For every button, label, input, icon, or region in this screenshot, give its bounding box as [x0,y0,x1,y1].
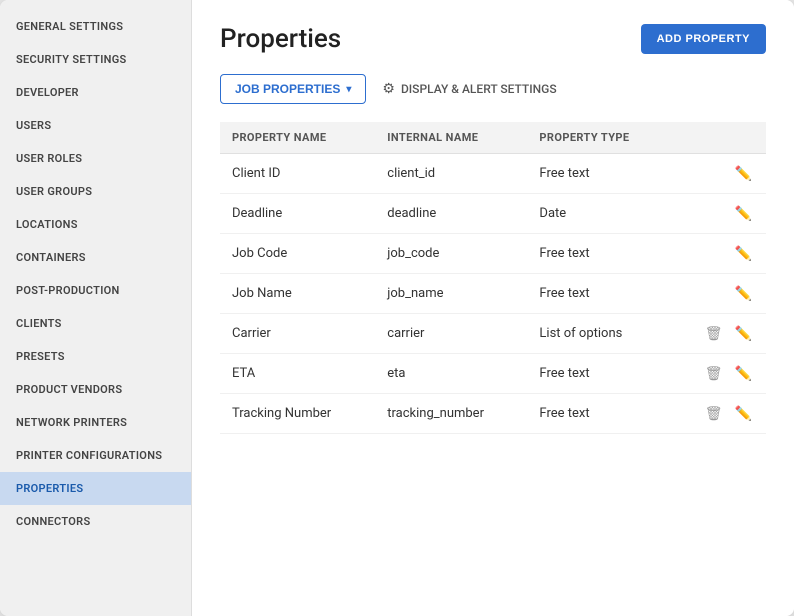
settings-icon: ⚙ [382,81,395,97]
properties-table: PROPERTY NAME INTERNAL NAME PROPERTY TYP… [220,122,766,434]
display-alert-tab-label: DISPLAY & ALERT SETTINGS [401,82,557,96]
cell-property-type: List of options [527,314,671,354]
cell-property-name: ETA [220,354,375,394]
cell-property-name: Client ID [220,154,375,194]
display-alert-tab[interactable]: ⚙ DISPLAY & ALERT SETTINGS [378,74,560,104]
action-icons: ✏️ [683,203,754,224]
action-icons: 🗑 ✏️ [683,323,754,344]
sidebar-item-security-settings[interactable]: Security Settings [0,43,191,76]
table-row: ETAetaFree text 🗑 ✏️ [220,354,766,394]
action-icons: ✏️ [683,283,754,304]
col-actions [671,122,766,154]
col-property-name: PROPERTY NAME [220,122,375,154]
table-row: DeadlinedeadlineDate ✏️ [220,194,766,234]
action-icons: 🗑 ✏️ [683,403,754,424]
cell-internal-name: client_id [375,154,527,194]
cell-property-type: Free text [527,394,671,434]
sidebar-item-general-settings[interactable]: General Settings [0,10,191,43]
sidebar-item-product-vendors[interactable]: Product Vendors [0,373,191,406]
cell-actions: ✏️ [671,154,766,194]
edit-icon[interactable]: ✏️ [733,203,754,224]
sidebar: General SettingsSecurity SettingsDevelop… [0,0,192,616]
table-row: Client IDclient_idFree text ✏️ [220,154,766,194]
edit-icon[interactable]: ✏️ [733,283,754,304]
cell-internal-name: eta [375,354,527,394]
table-row: Job Codejob_codeFree text ✏️ [220,234,766,274]
sidebar-item-properties[interactable]: Properties [0,472,191,505]
cell-property-name: Job Name [220,274,375,314]
sidebar-item-developer[interactable]: Developer [0,76,191,109]
edit-icon[interactable]: ✏️ [733,363,754,384]
chevron-down-icon: ▾ [346,84,351,95]
job-properties-tab[interactable]: JOB PROPERTIES ▾ [220,74,366,104]
delete-icon[interactable]: 🗑 [703,363,725,384]
add-property-button[interactable]: ADD PROPERTY [641,24,766,54]
col-internal-name: INTERNAL NAME [375,122,527,154]
cell-internal-name: job_name [375,274,527,314]
cell-actions: 🗑 ✏️ [671,354,766,394]
delete-icon[interactable]: 🗑 [703,323,725,344]
sidebar-item-presets[interactable]: Presets [0,340,191,373]
edit-icon[interactable]: ✏️ [733,163,754,184]
job-properties-tab-label: JOB PROPERTIES [235,82,340,96]
edit-icon[interactable]: ✏️ [733,403,754,424]
sidebar-item-user-groups[interactable]: User Groups [0,175,191,208]
cell-actions: ✏️ [671,234,766,274]
sidebar-item-connectors[interactable]: Connectors [0,505,191,538]
sidebar-item-user-roles[interactable]: User Roles [0,142,191,175]
sidebar-item-network-printers[interactable]: Network Printers [0,406,191,439]
cell-internal-name: carrier [375,314,527,354]
main-header: Properties ADD PROPERTY [220,24,766,54]
table-row: Tracking Numbertracking_numberFree text 🗑… [220,394,766,434]
sidebar-item-printer-configurations[interactable]: Printer Configurations [0,439,191,472]
edit-icon[interactable]: ✏️ [733,323,754,344]
cell-property-name: Job Code [220,234,375,274]
cell-internal-name: deadline [375,194,527,234]
cell-property-name: Tracking Number [220,394,375,434]
cell-property-type: Free text [527,274,671,314]
page-title: Properties [220,24,341,54]
cell-property-type: Date [527,194,671,234]
table-header-row: PROPERTY NAME INTERNAL NAME PROPERTY TYP… [220,122,766,154]
table-row: Job Namejob_nameFree text ✏️ [220,274,766,314]
sidebar-item-containers[interactable]: Containers [0,241,191,274]
cell-property-type: Free text [527,154,671,194]
table-header: PROPERTY NAME INTERNAL NAME PROPERTY TYP… [220,122,766,154]
sidebar-item-post-production[interactable]: Post-Production [0,274,191,307]
cell-internal-name: tracking_number [375,394,527,434]
cell-property-type: Free text [527,234,671,274]
sidebar-item-clients[interactable]: Clients [0,307,191,340]
edit-icon[interactable]: ✏️ [733,243,754,264]
action-icons: ✏️ [683,163,754,184]
cell-property-name: Deadline [220,194,375,234]
cell-property-name: Carrier [220,314,375,354]
tab-bar: JOB PROPERTIES ▾ ⚙ DISPLAY & ALERT SETTI… [220,74,766,104]
main-content: Properties ADD PROPERTY JOB PROPERTIES ▾… [192,0,794,616]
cell-actions: 🗑 ✏️ [671,314,766,354]
cell-actions: ✏️ [671,194,766,234]
cell-property-type: Free text [527,354,671,394]
action-icons: ✏️ [683,243,754,264]
sidebar-item-locations[interactable]: Locations [0,208,191,241]
cell-internal-name: job_code [375,234,527,274]
delete-icon[interactable]: 🗑 [703,403,725,424]
cell-actions: 🗑 ✏️ [671,394,766,434]
app-window: General SettingsSecurity SettingsDevelop… [0,0,794,616]
table-body: Client IDclient_idFree text✏️Deadlinedea… [220,154,766,434]
col-property-type: PROPERTY TYPE [527,122,671,154]
cell-actions: ✏️ [671,274,766,314]
table-row: CarriercarrierList of options 🗑 ✏️ [220,314,766,354]
action-icons: 🗑 ✏️ [683,363,754,384]
sidebar-item-users[interactable]: Users [0,109,191,142]
